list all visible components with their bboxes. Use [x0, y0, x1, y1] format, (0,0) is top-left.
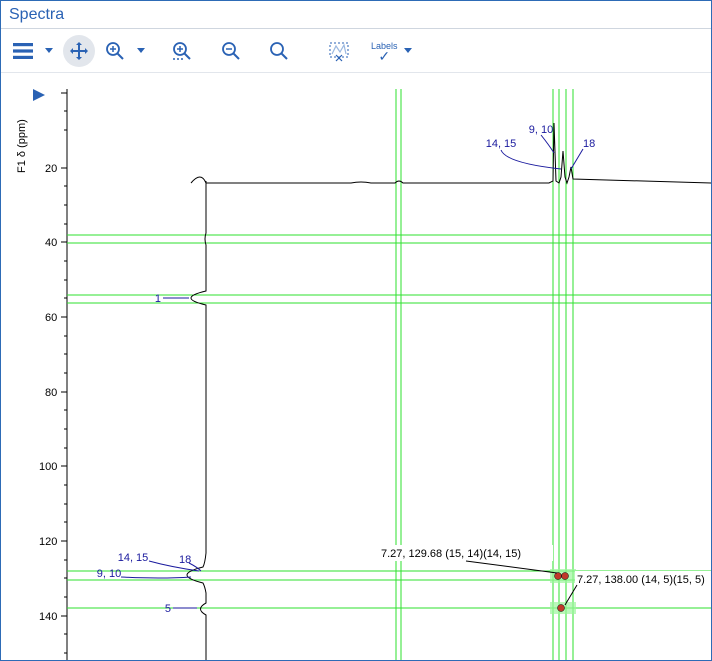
crosspeak-b-label: 7.27, 138.00 (14, 5)(15, 5) — [577, 574, 705, 586]
title-bar: Spectra — [1, 1, 711, 29]
menu-button[interactable] — [7, 35, 39, 67]
top-trace: 9, 10 14, 15 18 — [191, 123, 711, 183]
y-tick-40: 40 — [45, 237, 57, 249]
crosspeak-a-label: 7.27, 129.68 (15, 14)(14, 15) — [381, 548, 521, 560]
top-peak-label-14-15: 14, 15 — [486, 138, 517, 150]
y-tick-80: 80 — [45, 387, 57, 399]
nmr-plot-svg: 20 40 60 80 100 120 140 F1 δ (ppm) — [1, 73, 711, 660]
zoom-out-button[interactable] — [215, 35, 247, 67]
left-peak-label-18: 18 — [179, 554, 191, 566]
zoom-box-button[interactable] — [167, 35, 199, 67]
y-tick-120: 120 — [39, 536, 57, 548]
y-tick-140: 140 — [39, 611, 57, 623]
top-peak-label-18: 18 — [583, 138, 595, 150]
crosspeak-labels: 7.27, 129.68 (15, 14)(14, 15) 7.27, 138.… — [379, 545, 711, 605]
top-peak-label-9-10: 9, 10 — [529, 124, 553, 136]
spectra-window: Spectra — [0, 0, 712, 661]
zoom-in-button[interactable] — [99, 35, 131, 67]
vertical-guides — [396, 89, 573, 660]
left-peak-label-1: 1 — [155, 293, 161, 305]
check-icon: ✓ — [378, 51, 390, 61]
y-tick-60: 60 — [45, 312, 57, 324]
y-tick-20: 20 — [45, 163, 57, 175]
left-peak-label-14-15: 14, 15 — [118, 552, 149, 564]
labels-dropdown-caret[interactable] — [404, 48, 412, 53]
left-peak-label-9-10: 9, 10 — [97, 568, 121, 580]
toolbar: Labels ✓ — [1, 29, 711, 73]
crosspeak-a-dot2[interactable] — [562, 573, 569, 580]
y-axis-label: F1 δ (ppm) — [16, 119, 28, 173]
labels-toggle[interactable]: Labels ✓ — [371, 41, 398, 61]
y-axis: 20 40 60 80 100 120 140 F1 δ (ppm) — [16, 89, 67, 660]
selection-tool-button[interactable] — [323, 35, 355, 67]
crosspeak-a-dot[interactable] — [555, 573, 562, 580]
expand-arrow-icon[interactable] — [33, 89, 45, 101]
zoom-dropdown-caret[interactable] — [137, 48, 145, 53]
menu-dropdown-caret[interactable] — [45, 48, 53, 53]
left-peak-label-5: 5 — [165, 603, 171, 615]
crosspeak-b-dot[interactable] — [558, 605, 565, 612]
plot-area[interactable]: 20 40 60 80 100 120 140 F1 δ (ppm) — [1, 73, 711, 660]
zoom-reset-button[interactable] — [263, 35, 295, 67]
y-tick-100: 100 — [39, 461, 57, 473]
left-trace: 1 14, 15 18 9, 10 5 — [97, 181, 206, 660]
window-title: Spectra — [9, 6, 64, 24]
pan-button[interactable] — [63, 35, 95, 67]
